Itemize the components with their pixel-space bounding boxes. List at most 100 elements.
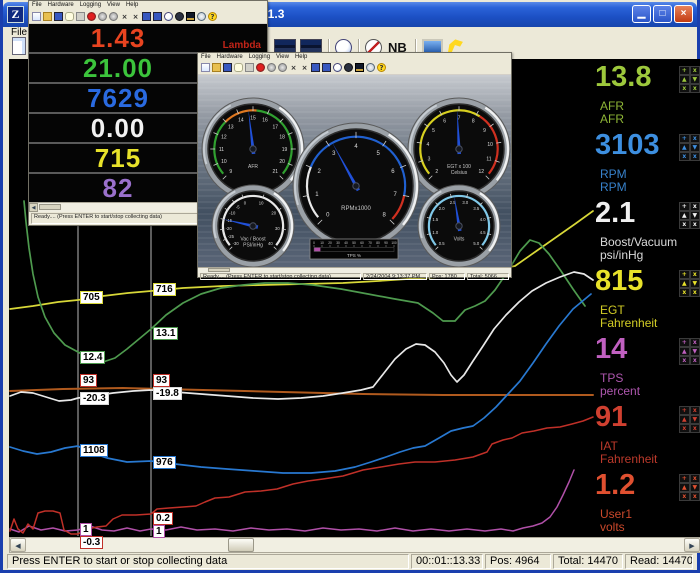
trace-option-button[interactable]: +	[679, 66, 690, 75]
trace-option-button[interactable]: ▼	[690, 143, 700, 152]
trace-option-button[interactable]: x	[690, 66, 700, 75]
trace-option-button[interactable]: ▲	[679, 347, 690, 356]
gauge-window[interactable]: FileHardwareLoggingViewHelp ××? 91011121…	[197, 52, 512, 278]
scroll-left-arrow[interactable]: ◀	[29, 203, 38, 212]
trace-option-button[interactable]: x	[679, 424, 690, 433]
gauge-icon[interactable]	[175, 12, 184, 21]
close-button[interactable]: ×	[674, 5, 693, 23]
minimize-button[interactable]: ▁	[632, 5, 651, 23]
cursor-value-flag[interactable]: -20.3	[80, 392, 109, 405]
trace-option-button[interactable]: ▲	[679, 75, 690, 84]
trace-options-grid[interactable]: +x▲▼xx	[679, 134, 700, 159]
trace-option-button[interactable]: x	[690, 474, 700, 483]
trace-option-button[interactable]: x	[679, 288, 690, 297]
gauge-icon[interactable]	[344, 63, 353, 72]
menu-item-file[interactable]: File	[201, 54, 211, 60]
cursor-value-flag[interactable]: 1108	[80, 444, 108, 457]
reset-icon[interactable]: ×	[300, 63, 309, 72]
trace-option-button[interactable]: +	[679, 406, 690, 415]
horizontal-scrollbar[interactable]: ◀ ▶	[9, 537, 700, 553]
open-folder-icon[interactable]	[43, 12, 52, 21]
trace-option-button[interactable]: x	[690, 356, 700, 365]
trace-option-button[interactable]: +	[679, 202, 690, 211]
clock-icon[interactable]	[333, 63, 342, 72]
open-folder-icon[interactable]	[212, 63, 221, 72]
trace-option-button[interactable]: ▲	[679, 143, 690, 152]
save-settings-icon[interactable]	[322, 63, 331, 72]
menu-item-hardware[interactable]: Hardware	[48, 2, 74, 8]
record-icon[interactable]	[87, 12, 96, 21]
lcd-display-icon[interactable]	[355, 63, 364, 72]
trace-option-button[interactable]: +	[679, 270, 690, 279]
zoom-icon[interactable]	[366, 63, 375, 72]
lcd-display-icon[interactable]	[186, 12, 195, 21]
trace-options-grid[interactable]: +x▲▼xx	[679, 474, 700, 499]
disconnect-icon[interactable]: ×	[289, 63, 298, 72]
trace-option-button[interactable]: ▼	[690, 347, 700, 356]
cursor-value-flag[interactable]: -19.8	[153, 387, 182, 400]
scrollbar-thumb[interactable]	[39, 204, 61, 210]
pause-icon[interactable]	[267, 63, 276, 72]
trace-option-button[interactable]: x	[690, 152, 700, 161]
cursor-value-flag[interactable]: 93	[80, 374, 97, 387]
trace-options-grid[interactable]: +x▲▼xx	[679, 66, 700, 91]
trace-option-button[interactable]: x	[690, 270, 700, 279]
trace-option-button[interactable]: x	[690, 84, 700, 93]
cursor-value-flag[interactable]: 716	[153, 283, 176, 296]
cursor-value-flag[interactable]: 12.4	[80, 351, 105, 364]
record-icon[interactable]	[256, 63, 265, 72]
scrollbar-thumb[interactable]	[228, 538, 254, 552]
cursor-value-flag[interactable]: 976	[153, 456, 176, 469]
scroll-right-arrow[interactable]: ▶	[684, 538, 700, 552]
cursor-value-flag[interactable]: 705	[80, 291, 103, 304]
scroll-left-arrow[interactable]: ◀	[10, 538, 26, 552]
clock-icon[interactable]	[164, 12, 173, 21]
trace-option-button[interactable]: x	[679, 220, 690, 229]
cursor-value-flag[interactable]: 0.2	[153, 512, 173, 525]
save-data-icon[interactable]	[142, 12, 151, 21]
trace-option-button[interactable]: ▼	[690, 279, 700, 288]
save-icon[interactable]	[54, 12, 63, 21]
new-file-icon[interactable]	[201, 63, 210, 72]
cursor-value-flag[interactable]: 1	[80, 523, 92, 536]
menu-item-file[interactable]: File	[32, 2, 42, 8]
trace-option-button[interactable]: +	[679, 338, 690, 347]
trace-option-button[interactable]: x	[679, 356, 690, 365]
gauge-scrollbar[interactable]	[198, 267, 511, 273]
reset-icon[interactable]: ×	[131, 12, 140, 21]
trace-option-button[interactable]: x	[679, 152, 690, 161]
trace-option-button[interactable]: x	[690, 424, 700, 433]
trace-options-grid[interactable]: +x▲▼xx	[679, 270, 700, 295]
trace-option-button[interactable]: x	[690, 202, 700, 211]
trace-option-button[interactable]: ▲	[679, 483, 690, 492]
stop-icon[interactable]	[109, 12, 118, 21]
menu-item-help[interactable]: Help	[295, 54, 307, 60]
menu-item-hardware[interactable]: Hardware	[217, 54, 243, 60]
cursor-value-flag[interactable]: 1	[153, 525, 165, 538]
save-icon[interactable]	[223, 63, 232, 72]
scrollbar-thumb[interactable]	[208, 268, 230, 272]
menu-item-logging[interactable]: Logging	[249, 54, 270, 60]
stop-icon[interactable]	[278, 63, 287, 72]
help-icon[interactable]: ?	[208, 12, 217, 21]
trace-option-button[interactable]: ▲	[679, 415, 690, 424]
trace-option-button[interactable]: ▼	[690, 211, 700, 220]
comment-icon[interactable]	[65, 12, 74, 21]
print-icon[interactable]	[76, 12, 85, 21]
save-data-icon[interactable]	[311, 63, 320, 72]
help-icon[interactable]: ?	[377, 63, 386, 72]
menu-item-help[interactable]: Help	[126, 2, 138, 8]
zoom-icon[interactable]	[197, 12, 206, 21]
trace-option-button[interactable]: ▼	[690, 75, 700, 84]
trace-option-button[interactable]: ▼	[690, 415, 700, 424]
trace-option-button[interactable]: x	[690, 288, 700, 297]
cursor-value-flag[interactable]: 13.1	[153, 327, 178, 340]
trace-options-grid[interactable]: +x▲▼xx	[679, 338, 700, 363]
menu-item-view[interactable]: View	[276, 54, 289, 60]
new-file-icon[interactable]	[32, 12, 41, 21]
trace-option-button[interactable]: +	[679, 134, 690, 143]
cursor-value-flag[interactable]: -0.3	[80, 536, 103, 549]
trace-option-button[interactable]: x	[690, 220, 700, 229]
trace-option-button[interactable]: x	[690, 338, 700, 347]
trace-option-button[interactable]: x	[690, 492, 700, 501]
